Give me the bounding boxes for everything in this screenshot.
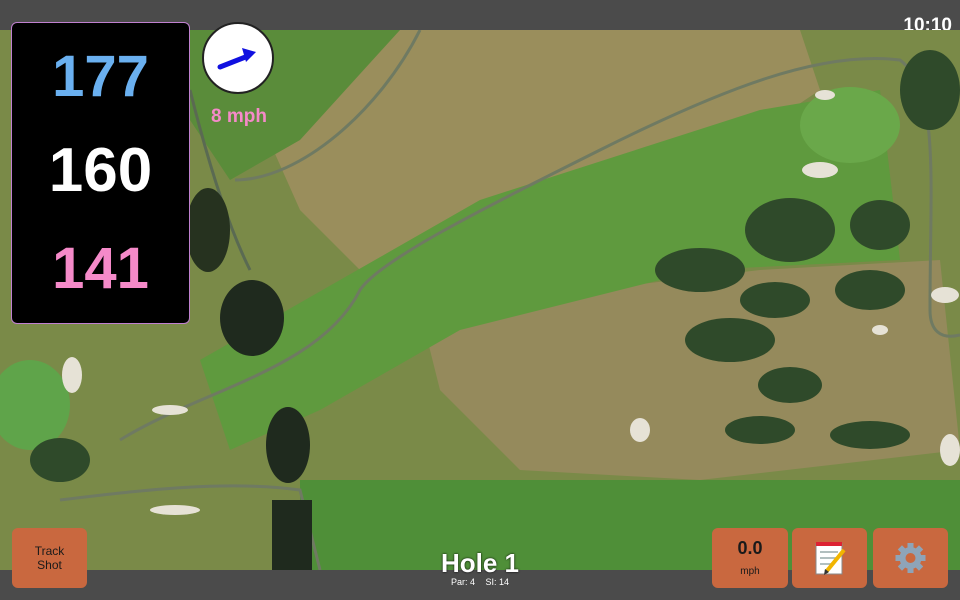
wind-arrow-icon bbox=[217, 48, 256, 70]
distance-panel: 177 160 141 bbox=[11, 22, 190, 324]
track-shot-label-line2: Shot bbox=[37, 558, 62, 572]
settings-button[interactable] bbox=[873, 528, 948, 588]
track-shot-label-line1: Track bbox=[34, 544, 65, 558]
hole-info: Par: 4 SI: 14 bbox=[380, 577, 580, 587]
wind-speed: 8 mph bbox=[211, 106, 267, 127]
hole-stroke-index: SI: 14 bbox=[485, 577, 510, 587]
speed-button[interactable]: 0.0 mph bbox=[712, 528, 788, 588]
hole-title: Hole 1 bbox=[440, 548, 520, 578]
front-distance: 141 bbox=[52, 236, 149, 301]
track-shot-button[interactable]: Track Shot bbox=[12, 528, 87, 588]
hole-par: Par: 4 bbox=[450, 577, 475, 587]
middle-distance: 160 bbox=[48, 136, 153, 205]
speed-value: 0.0 bbox=[737, 538, 763, 558]
wind-indicator bbox=[202, 22, 274, 94]
gear-icon bbox=[895, 543, 926, 573]
notes-button[interactable] bbox=[792, 528, 867, 588]
notepad-icon bbox=[815, 542, 846, 575]
back-distance: 177 bbox=[52, 44, 149, 109]
speed-unit: mph bbox=[740, 566, 760, 577]
